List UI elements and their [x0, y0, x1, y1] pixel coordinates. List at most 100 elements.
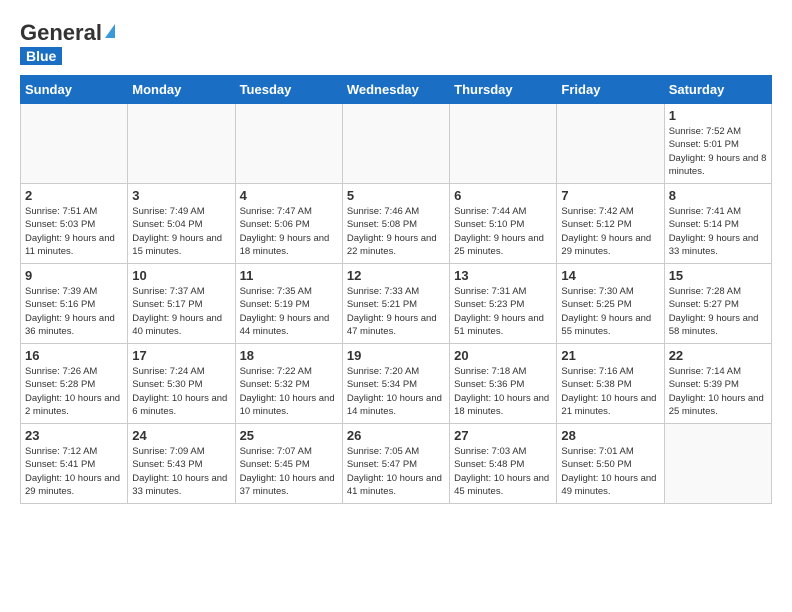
day-info: Sunrise: 7:46 AM Sunset: 5:08 PM Dayligh…	[347, 205, 445, 258]
calendar-cell: 21Sunrise: 7:16 AM Sunset: 5:38 PM Dayli…	[557, 344, 664, 424]
day-number: 18	[240, 348, 338, 363]
day-number: 19	[347, 348, 445, 363]
day-info: Sunrise: 7:03 AM Sunset: 5:48 PM Dayligh…	[454, 445, 552, 498]
day-info: Sunrise: 7:33 AM Sunset: 5:21 PM Dayligh…	[347, 285, 445, 338]
logo-blue-text: Blue	[20, 47, 62, 65]
calendar-cell: 6 Sunrise: 7:44 AM Sunset: 5:10 PM Daylig…	[450, 184, 557, 264]
day-number: 14	[561, 268, 659, 283]
day-number: 27	[454, 428, 552, 443]
day-info: Sunrise: 7:07 AM Sunset: 5:45 PM Dayligh…	[240, 445, 338, 498]
calendar-cell: 26 Sunrise: 7:05 AM Sunset: 5:47 PM Dayli…	[342, 424, 449, 504]
page-header: General Blue	[20, 20, 772, 65]
logo: General Blue	[20, 20, 115, 65]
day-number: 6	[454, 188, 552, 203]
calendar-cell: 18Sunrise: 7:22 AM Sunset: 5:32 PM Dayli…	[235, 344, 342, 424]
day-info: Sunrise: 7:16 AM Sunset: 5:38 PM Dayligh…	[561, 365, 659, 418]
day-info: Sunrise: 7:37 AM Sunset: 5:17 PM Dayligh…	[132, 285, 230, 338]
day-number: 7	[561, 188, 659, 203]
calendar-cell: 8 Sunrise: 7:41 AM Sunset: 5:14 PM Daylig…	[664, 184, 771, 264]
day-number: 15	[669, 268, 767, 283]
calendar-cell: 4 Sunrise: 7:47 AM Sunset: 5:06 PM Daylig…	[235, 184, 342, 264]
calendar-header-friday: Friday	[557, 76, 664, 104]
calendar-cell: 22 Sunrise: 7:14 AM Sunset: 5:39 PM Dayli…	[664, 344, 771, 424]
calendar-cell: 7 Sunrise: 7:42 AM Sunset: 5:12 PM Daylig…	[557, 184, 664, 264]
day-number: 22	[669, 348, 767, 363]
calendar-cell: 5 Sunrise: 7:46 AM Sunset: 5:08 PM Daylig…	[342, 184, 449, 264]
calendar-header-monday: Monday	[128, 76, 235, 104]
calendar-cell	[450, 104, 557, 184]
calendar-header-tuesday: Tuesday	[235, 76, 342, 104]
day-info: Sunrise: 7:31 AM Sunset: 5:23 PM Dayligh…	[454, 285, 552, 338]
day-info: Sunrise: 7:44 AM Sunset: 5:10 PM Dayligh…	[454, 205, 552, 258]
day-number: 9	[25, 268, 123, 283]
calendar-week-row: 1 Sunrise: 7:52 AM Sunset: 5:01 PM Daylig…	[21, 104, 772, 184]
calendar-cell: 23 Sunrise: 7:12 AM Sunset: 5:41 PM Dayli…	[21, 424, 128, 504]
day-number: 8	[669, 188, 767, 203]
calendar-week-row: 23 Sunrise: 7:12 AM Sunset: 5:41 PM Dayli…	[21, 424, 772, 504]
calendar-cell: 12 Sunrise: 7:33 AM Sunset: 5:21 PM Dayli…	[342, 264, 449, 344]
calendar-header-sunday: Sunday	[21, 76, 128, 104]
day-info: Sunrise: 7:30 AM Sunset: 5:25 PM Dayligh…	[561, 285, 659, 338]
calendar-header-saturday: Saturday	[664, 76, 771, 104]
calendar-week-row: 9 Sunrise: 7:39 AM Sunset: 5:16 PM Daylig…	[21, 264, 772, 344]
day-info: Sunrise: 7:24 AM Sunset: 5:30 PM Dayligh…	[132, 365, 230, 418]
calendar-cell: 1 Sunrise: 7:52 AM Sunset: 5:01 PM Daylig…	[664, 104, 771, 184]
day-number: 28	[561, 428, 659, 443]
day-number: 4	[240, 188, 338, 203]
calendar-cell	[342, 104, 449, 184]
day-info: Sunrise: 7:01 AM Sunset: 5:50 PM Dayligh…	[561, 445, 659, 498]
day-info: Sunrise: 7:51 AM Sunset: 5:03 PM Dayligh…	[25, 205, 123, 258]
day-number: 26	[347, 428, 445, 443]
calendar-cell: 13 Sunrise: 7:31 AM Sunset: 5:23 PM Dayli…	[450, 264, 557, 344]
day-info: Sunrise: 7:42 AM Sunset: 5:12 PM Dayligh…	[561, 205, 659, 258]
logo-general: General	[20, 20, 102, 46]
day-number: 13	[454, 268, 552, 283]
day-number: 5	[347, 188, 445, 203]
day-number: 12	[347, 268, 445, 283]
calendar-week-row: 16 Sunrise: 7:26 AM Sunset: 5:28 PM Dayli…	[21, 344, 772, 424]
calendar-cell: 10 Sunrise: 7:37 AM Sunset: 5:17 PM Dayli…	[128, 264, 235, 344]
day-info: Sunrise: 7:47 AM Sunset: 5:06 PM Dayligh…	[240, 205, 338, 258]
calendar-cell	[235, 104, 342, 184]
day-info: Sunrise: 7:28 AM Sunset: 5:27 PM Dayligh…	[669, 285, 767, 338]
day-info: Sunrise: 7:26 AM Sunset: 5:28 PM Dayligh…	[25, 365, 123, 418]
logo-triangle-icon	[105, 24, 115, 38]
day-info: Sunrise: 7:39 AM Sunset: 5:16 PM Dayligh…	[25, 285, 123, 338]
day-info: Sunrise: 7:20 AM Sunset: 5:34 PM Dayligh…	[347, 365, 445, 418]
calendar-cell: 24Sunrise: 7:09 AM Sunset: 5:43 PM Dayli…	[128, 424, 235, 504]
day-info: Sunrise: 7:05 AM Sunset: 5:47 PM Dayligh…	[347, 445, 445, 498]
calendar-cell: 3 Sunrise: 7:49 AM Sunset: 5:04 PM Daylig…	[128, 184, 235, 264]
calendar-table: SundayMondayTuesdayWednesdayThursdayFrid…	[20, 75, 772, 504]
day-number: 16	[25, 348, 123, 363]
day-number: 11	[240, 268, 338, 283]
day-number: 1	[669, 108, 767, 123]
day-number: 23	[25, 428, 123, 443]
day-info: Sunrise: 7:41 AM Sunset: 5:14 PM Dayligh…	[669, 205, 767, 258]
calendar-cell	[557, 104, 664, 184]
calendar-cell	[664, 424, 771, 504]
calendar-cell: 16 Sunrise: 7:26 AM Sunset: 5:28 PM Dayli…	[21, 344, 128, 424]
day-number: 3	[132, 188, 230, 203]
calendar-cell: 25 Sunrise: 7:07 AM Sunset: 5:45 PM Dayli…	[235, 424, 342, 504]
calendar-cell: 19 Sunrise: 7:20 AM Sunset: 5:34 PM Dayli…	[342, 344, 449, 424]
day-number: 25	[240, 428, 338, 443]
day-info: Sunrise: 7:52 AM Sunset: 5:01 PM Dayligh…	[669, 125, 767, 178]
day-number: 2	[25, 188, 123, 203]
calendar-header-wednesday: Wednesday	[342, 76, 449, 104]
day-number: 10	[132, 268, 230, 283]
calendar-cell: 9 Sunrise: 7:39 AM Sunset: 5:16 PM Daylig…	[21, 264, 128, 344]
day-info: Sunrise: 7:14 AM Sunset: 5:39 PM Dayligh…	[669, 365, 767, 418]
calendar-cell: 20 Sunrise: 7:18 AM Sunset: 5:36 PM Dayli…	[450, 344, 557, 424]
calendar-cell: 28 Sunrise: 7:01 AM Sunset: 5:50 PM Dayli…	[557, 424, 664, 504]
day-info: Sunrise: 7:12 AM Sunset: 5:41 PM Dayligh…	[25, 445, 123, 498]
day-info: Sunrise: 7:49 AM Sunset: 5:04 PM Dayligh…	[132, 205, 230, 258]
day-number: 20	[454, 348, 552, 363]
calendar-cell: 11Sunrise: 7:35 AM Sunset: 5:19 PM Dayli…	[235, 264, 342, 344]
calendar-cell	[21, 104, 128, 184]
calendar-header-thursday: Thursday	[450, 76, 557, 104]
day-info: Sunrise: 7:18 AM Sunset: 5:36 PM Dayligh…	[454, 365, 552, 418]
calendar-cell: 27 Sunrise: 7:03 AM Sunset: 5:48 PM Dayli…	[450, 424, 557, 504]
calendar-cell: 17Sunrise: 7:24 AM Sunset: 5:30 PM Dayli…	[128, 344, 235, 424]
calendar-week-row: 2 Sunrise: 7:51 AM Sunset: 5:03 PM Daylig…	[21, 184, 772, 264]
calendar-cell	[128, 104, 235, 184]
